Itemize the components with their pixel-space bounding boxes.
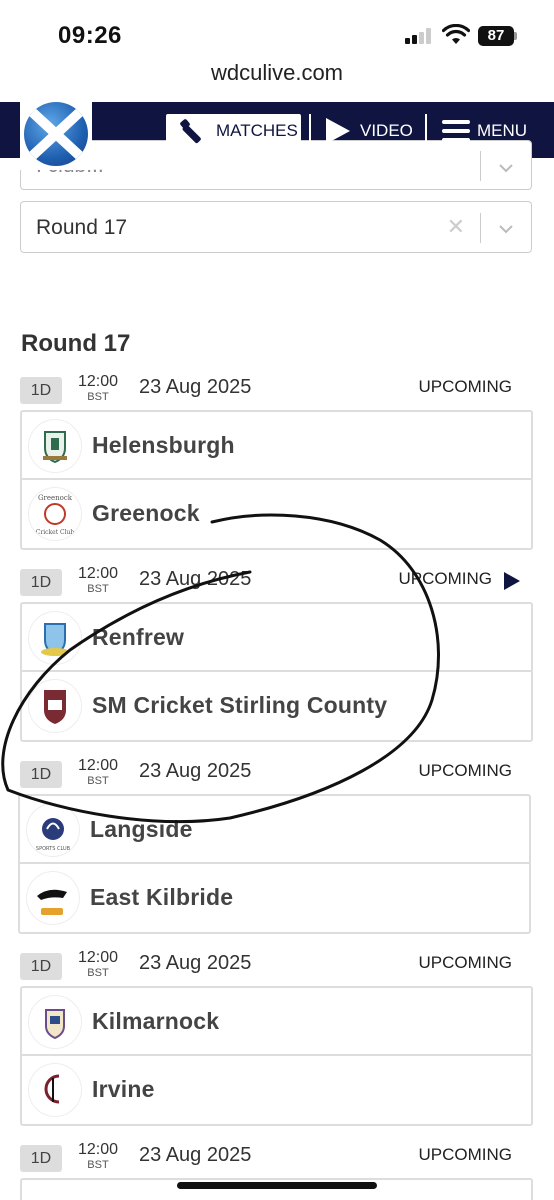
team-name: Langside: [90, 816, 193, 842]
fixture-date: 23 Aug 2025: [139, 952, 252, 974]
team-crest-icon: [29, 1064, 81, 1116]
battery-tip: [514, 32, 517, 40]
signal-icon: [405, 28, 435, 44]
fixture-card[interactable]: SPORTS CLUB Langside East Kilbride: [18, 794, 531, 934]
svg-text:SPORTS CLUB: SPORTS CLUB: [36, 846, 71, 852]
fixture-timezone: BST: [87, 775, 109, 787]
clear-icon[interactable]: ✕: [447, 214, 465, 240]
fixture-time: 12:00: [77, 373, 119, 390]
round-heading: Round 17: [21, 330, 131, 357]
round-select[interactable]: Round 17 ✕: [20, 201, 532, 253]
team-name: Greenock: [92, 500, 200, 526]
team-row[interactable]: Kilmarnock: [22, 988, 531, 1056]
fixture-date: 23 Aug 2025: [139, 760, 252, 782]
nav-divider: [309, 114, 311, 148]
fixture-header: 1D 12:00 BST 23 Aug 2025 UPCOMING: [20, 373, 532, 406]
team-row[interactable]: SM Cricket Stirling County: [22, 672, 531, 740]
team-row[interactable]: Irvine: [22, 1056, 531, 1124]
nav-divider: [425, 114, 427, 148]
team-name: Helensburgh: [92, 432, 235, 458]
fixture-timezone: BST: [87, 967, 109, 979]
fixture-timezone: BST: [87, 391, 109, 403]
fixture-date: 23 Aug 2025: [139, 1144, 252, 1166]
fixture-card[interactable]: Renfrew SM Cricket Stirling County: [20, 602, 533, 742]
format-badge: 1D: [20, 569, 62, 596]
team-row[interactable]: Renfrew: [22, 604, 531, 672]
fixture-time: 12:00: [77, 949, 119, 966]
menu-label: MENU: [477, 121, 528, 140]
fixture-status: UPCOMING: [398, 569, 493, 588]
fixture-card[interactable]: Kilmarnock Irvine: [20, 986, 533, 1126]
fixture-header: 1D 12:00 BST 23 Aug 2025 UPCOMING: [20, 949, 532, 982]
select-divider: [480, 213, 481, 243]
format-badge: 1D: [20, 377, 62, 404]
fixture-timezone: BST: [87, 583, 109, 595]
home-indicator[interactable]: [177, 1182, 377, 1189]
saltire-logo-icon: [24, 102, 88, 166]
team-crest-icon: [29, 996, 81, 1048]
format-badge: 1D: [20, 953, 62, 980]
site-logo[interactable]: [20, 98, 92, 170]
fixture-status: UPCOMING: [418, 1145, 513, 1164]
svg-text:Greenock: Greenock: [38, 494, 73, 502]
team-crest-icon: [29, 680, 81, 732]
fixture-status: UPCOMING: [418, 377, 513, 396]
fixture-card[interactable]: Helensburgh Greenock Cricket Club Greenoc…: [20, 410, 533, 550]
team-row[interactable]: East Kilbride: [20, 864, 529, 932]
fixture-status: UPCOMING: [418, 953, 513, 972]
matches-label: MATCHES: [216, 121, 298, 140]
video-label: VIDEO: [360, 121, 413, 140]
fixture-header: 1D 12:00 BST 23 Aug 2025 UPCOMING: [20, 565, 532, 598]
cricket-bat-icon: [180, 119, 201, 144]
format-badge: 1D: [20, 1145, 62, 1172]
fixture-timezone: BST: [87, 1159, 109, 1171]
team-crest-icon: SPORTS CLUB: [27, 804, 79, 856]
team-row[interactable]: Greenock Cricket Club Greenock: [22, 480, 531, 548]
fixture-date: 23 Aug 2025: [139, 376, 252, 398]
select-divider: [480, 151, 481, 181]
team-name: SM Cricket Stirling County: [92, 692, 388, 718]
battery-icon: 87: [478, 26, 514, 46]
wifi-icon: [442, 24, 470, 44]
fixture-time: 12:00: [77, 1141, 119, 1158]
team-name: Renfrew: [92, 624, 185, 650]
fixture-header: 1D 12:00 BST 23 Aug 2025 UPCOMING: [20, 1141, 532, 1174]
fixture-status: UPCOMING: [418, 761, 513, 780]
chevron-down-icon[interactable]: [499, 222, 513, 236]
round-select-value: Round 17: [36, 216, 128, 239]
team-row[interactable]: Helensburgh: [22, 412, 531, 480]
status-bar: 09:26 87: [0, 0, 554, 60]
play-icon: [326, 118, 350, 144]
matches-button[interactable]: MATCHES: [166, 114, 301, 147]
team-row[interactable]: SPORTS CLUB Langside: [20, 796, 529, 864]
video-button[interactable]: VIDEO: [322, 112, 417, 150]
fixture-date: 23 Aug 2025: [139, 568, 252, 590]
team-name: Kilmarnock: [92, 1008, 220, 1034]
team-name: East Kilbride: [90, 884, 234, 910]
hamburger-icon: [442, 120, 470, 142]
play-icon[interactable]: [504, 572, 520, 590]
status-time: 09:26: [58, 22, 122, 49]
team-crest-icon: Greenock Cricket Club: [29, 488, 81, 540]
fixture-time: 12:00: [77, 757, 119, 774]
svg-text:Cricket Club: Cricket Club: [36, 529, 75, 536]
team-crest-icon: [29, 420, 81, 472]
menu-button[interactable]: MENU: [438, 112, 538, 150]
browser-url[interactable]: wdculive.com: [0, 60, 554, 86]
fixture-time: 12:00: [77, 565, 119, 582]
team-name: Irvine: [92, 1076, 155, 1102]
team-crest-icon: [29, 612, 81, 664]
fixture-header: 1D 12:00 BST 23 Aug 2025 UPCOMING: [20, 757, 532, 790]
team-crest-icon: [27, 872, 79, 924]
chevron-down-icon[interactable]: [499, 161, 513, 175]
format-badge: 1D: [20, 761, 62, 788]
